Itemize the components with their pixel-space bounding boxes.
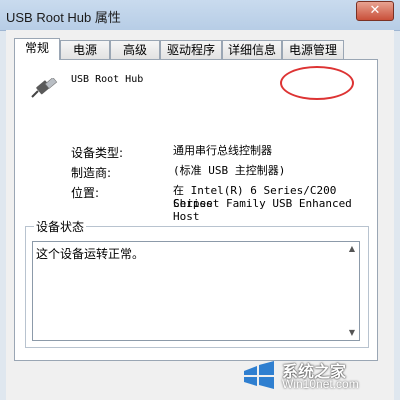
watermark: 系统之家 Win10net.com xyxy=(242,358,392,392)
tab-details[interactable]: 详细信息 xyxy=(222,40,282,59)
manufacturer-label: 制造商: xyxy=(71,166,112,180)
tab-label: 高级 xyxy=(122,43,147,57)
scroll-down-icon[interactable]: ▼ xyxy=(345,326,359,340)
watermark-url: Win10net.com xyxy=(282,377,359,391)
tab-advanced[interactable]: 高级 xyxy=(110,40,160,59)
tab-label: 驱动程序 xyxy=(166,43,215,57)
manufacturer-value: (标准 USB 主控制器) xyxy=(173,164,286,177)
device-status-text: 这个设备运转正常。 xyxy=(36,247,145,261)
usb-plug-icon xyxy=(31,78,58,98)
tab-power-management[interactable]: 电源管理 xyxy=(282,40,344,59)
close-icon: ✕ xyxy=(369,3,381,18)
close-button[interactable]: ✕ xyxy=(356,1,394,21)
title-bar: USB Root Hub 属性 ✕ xyxy=(0,0,400,31)
general-panel: USB Root Hub 设备类型: 通用串行总线控制器 制造商: (标准 US… xyxy=(14,59,378,361)
windows-logo-icon xyxy=(244,361,274,389)
device-status-legend: 设备状态 xyxy=(34,218,87,235)
tab-label: 常规 xyxy=(24,41,49,55)
tab-label: 详细信息 xyxy=(227,43,276,57)
tab-label: 电源 xyxy=(72,43,97,57)
properties-dialog: 常规 电源 高级 驱动程序 详细信息 电源管理 USB Root Hub 设备类… xyxy=(6,30,394,400)
device-status-group: 设备状态 这个设备运转正常。 ▲ ▼ xyxy=(25,218,369,348)
tab-label: 电源管理 xyxy=(288,43,337,57)
highlight-circle xyxy=(280,66,354,100)
location-value-line2: Chipset Family USB Enhanced Host xyxy=(173,197,352,223)
device-status-textbox[interactable]: 这个设备运转正常。 ▲ ▼ xyxy=(32,241,360,341)
device-type-value: 通用串行总线控制器 xyxy=(173,144,272,157)
location-label: 位置: xyxy=(71,186,100,200)
window-title: USB Root Hub 属性 xyxy=(6,10,121,25)
tab-driver[interactable]: 驱动程序 xyxy=(160,40,222,59)
scroll-up-icon[interactable]: ▲ xyxy=(345,242,359,256)
tab-general[interactable]: 常规 xyxy=(14,38,60,60)
device-name: USB Root Hub xyxy=(71,74,144,85)
device-type-label: 设备类型: xyxy=(71,146,124,160)
tab-power[interactable]: 电源 xyxy=(60,40,110,59)
